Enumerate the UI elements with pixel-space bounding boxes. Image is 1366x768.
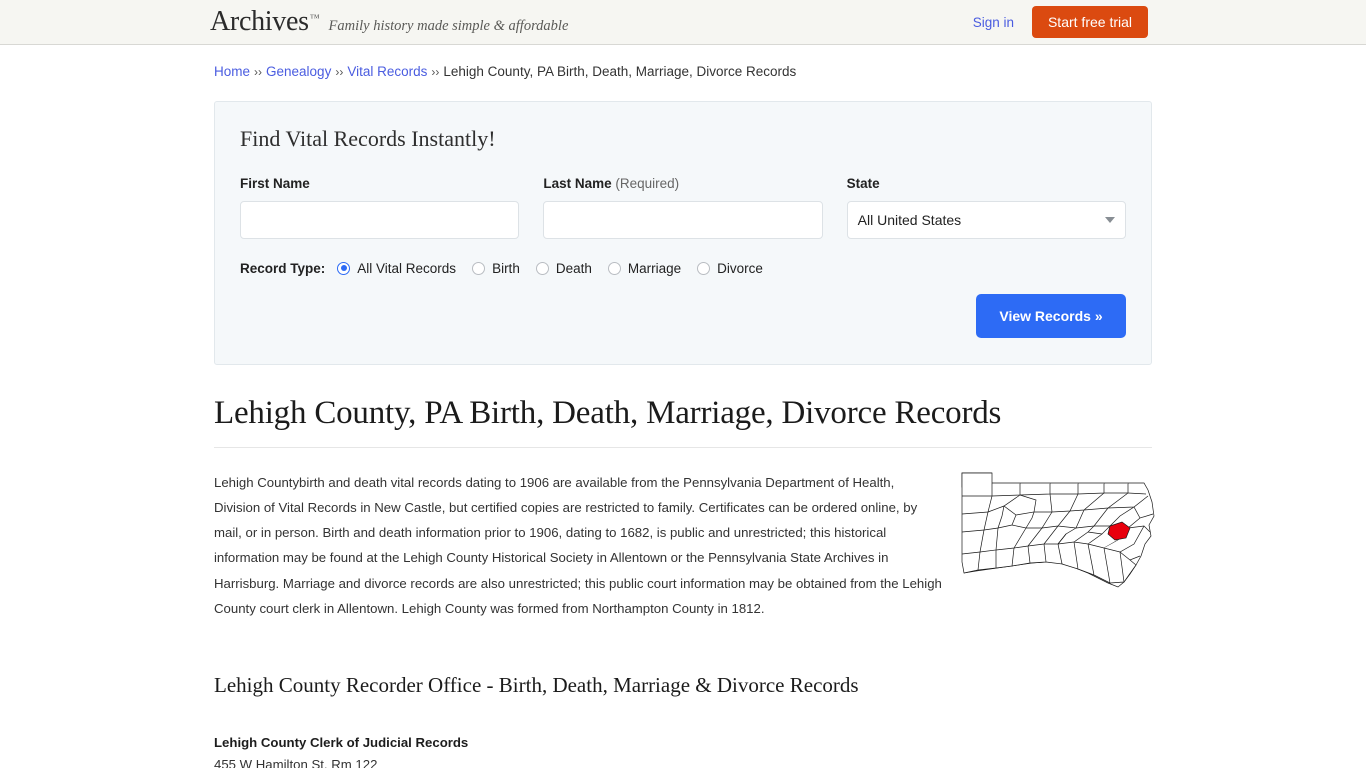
radio-icon <box>472 261 486 275</box>
last-name-field-group: Last Name (Required) <box>543 176 823 239</box>
radio-birth[interactable]: Birth <box>472 261 520 276</box>
search-submit-row: View Records » <box>240 293 1126 338</box>
brand-name: Archives <box>210 6 309 37</box>
breadcrumb-item-current: Lehigh County, PA Birth, Death, Marriage… <box>443 64 797 79</box>
vital-records-search-form: Find Vital Records Instantly! First Name… <box>214 100 1152 365</box>
radio-icon <box>337 261 351 275</box>
first-name-label: First Name <box>240 175 310 191</box>
breadcrumb-separator: ›› <box>335 65 344 79</box>
view-records-button[interactable]: View Records » <box>976 293 1126 338</box>
office-name: Lehigh County Clerk of Judicial Records <box>214 735 469 751</box>
breadcrumb-item-genealogy[interactable]: Genealogy <box>266 64 331 79</box>
header-actions: Sign in Start free trial <box>973 6 1148 38</box>
last-name-required-note: (Required) <box>615 175 680 191</box>
brand-tagline: Family history made simple & affordable <box>328 18 569 34</box>
state-select-wrapper: All United States <box>846 200 1126 239</box>
radio-divorce[interactable]: Divorce <box>697 261 763 276</box>
site-logo[interactable]: Archives ™ Family history made simple & a… <box>210 8 568 36</box>
radio-icon <box>535 261 549 275</box>
recorder-office-heading: Lehigh County Recorder Office - Birth, D… <box>214 673 859 698</box>
first-name-field-group: First Name <box>240 175 520 239</box>
radio-death[interactable]: Death <box>535 260 592 276</box>
breadcrumb-item-vital-records[interactable]: Vital Records <box>347 64 427 79</box>
start-free-trial-button[interactable]: Start free trial <box>1031 6 1148 38</box>
office-address-block: Lehigh County Clerk of Judicial Records … <box>214 732 1152 768</box>
state-label: State <box>846 175 880 191</box>
radio-icon <box>607 261 621 275</box>
state-select[interactable]: All United States <box>846 200 1126 239</box>
search-form-title: Find Vital Records Instantly! <box>240 125 496 151</box>
trademark-symbol: ™ <box>309 13 320 24</box>
last-name-label-text: Last Name <box>543 175 612 191</box>
radio-label-death: Death <box>555 260 592 276</box>
radio-icon <box>697 261 711 275</box>
county-description-block: Lehigh Countybirth and death vital recor… <box>214 470 1155 621</box>
record-type-radio-group: Record Type: All Vital Records Birth Dea… <box>240 261 1126 276</box>
page-title: Lehigh County, PA Birth, Death, Marriage… <box>214 395 1152 448</box>
first-name-input[interactable] <box>240 200 520 239</box>
page-container: Home ›› Genealogy ›› Vital Records ›› Lehigh C… <box>214 63 1155 768</box>
breadcrumb: Home ›› Genealogy ›› Vital Records ›› Lehigh C… <box>214 63 1152 82</box>
county-description-text: Lehigh Countybirth and death vital recor… <box>214 474 942 616</box>
radio-marriage[interactable]: Marriage <box>607 260 682 276</box>
radio-all-vital-records[interactable]: All Vital Records <box>337 261 456 276</box>
radio-label-all-vital-records: All Vital Records <box>357 260 457 276</box>
radio-label-divorce: Divorce <box>717 260 763 276</box>
radio-label-birth: Birth <box>492 260 520 276</box>
last-name-label: Last Name (Required) <box>543 176 822 191</box>
last-name-input[interactable] <box>543 200 823 239</box>
sign-in-link[interactable]: Sign in <box>973 15 1014 30</box>
breadcrumb-item-home[interactable]: Home <box>214 64 250 79</box>
pennsylvania-county-map-image <box>958 470 1158 590</box>
record-type-label: Record Type: <box>240 260 326 276</box>
breadcrumb-separator: ›› <box>254 65 263 79</box>
breadcrumb-separator: ›› <box>431 65 440 79</box>
search-fields-row: First Name Last Name (Required) State Al… <box>240 176 1126 239</box>
site-header: Archives ™ Family history made simple & a… <box>0 0 1366 45</box>
state-field-group: State All United States <box>846 175 1126 239</box>
radio-label-marriage: Marriage <box>627 260 682 276</box>
office-address-line-1: 455 W Hamilton St, Rm 122 <box>214 757 378 768</box>
